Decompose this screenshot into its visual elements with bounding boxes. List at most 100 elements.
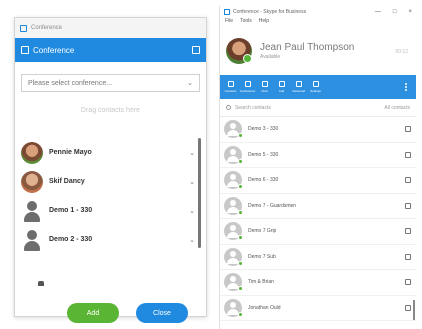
toolbar-label: Settings: [310, 89, 321, 93]
chevron-down-icon[interactable]: ⌄: [189, 236, 195, 244]
search-placeholder: Search contacts: [235, 104, 271, 111]
share-icon[interactable]: [192, 46, 200, 54]
conference-header: Conference: [15, 38, 206, 62]
contact-name: Demo 7 Grip: [248, 228, 277, 235]
calendar-icon[interactable]: [405, 177, 411, 184]
add-button[interactable]: Add: [67, 303, 119, 323]
list-item[interactable]: Demo 3 - 330: [220, 117, 416, 143]
calendar-icon[interactable]: [405, 253, 411, 260]
toolbar-label: Contacts: [224, 89, 237, 93]
list-item[interactable]: Demo 7 - Guardsmen: [220, 194, 416, 219]
desktop: Conference Conference Please select conf…: [0, 0, 422, 329]
search-bar[interactable]: Search contacts All contacts: [220, 99, 416, 117]
presence-icon: [238, 235, 243, 241]
participant-row[interactable]: Demo 2 - 330 ⌄: [21, 225, 201, 254]
presence-icon: [238, 260, 243, 266]
person-icon: [21, 229, 43, 251]
person-icon: [224, 298, 243, 317]
person-icon: [224, 222, 243, 241]
search-icon: [226, 105, 231, 110]
drop-zone-hint: Drag contacts here: [80, 107, 141, 114]
gear-icon: [312, 81, 319, 87]
menu-file[interactable]: File: [225, 18, 233, 27]
minimize-button[interactable]: —: [375, 9, 381, 15]
person-icon: [38, 281, 44, 286]
avatar[interactable]: [226, 38, 252, 64]
person-icon: [21, 200, 43, 222]
participant-row[interactable]: Demo 1 - 330 ⌄: [21, 196, 201, 225]
contact-name: Tim & Brian: [248, 279, 274, 286]
presence-icon: [238, 286, 243, 292]
more-menu-icon[interactable]: [405, 83, 408, 91]
person-icon: [224, 120, 243, 139]
participant-row[interactable]: Skif Dancy ⌄: [21, 167, 201, 196]
main-window-title: Conference - Skype for Business: [233, 9, 307, 15]
menu-help[interactable]: Help: [259, 18, 269, 27]
list-item[interactable]: Tim & Brian: [220, 270, 416, 296]
menu-tools[interactable]: Tools: [240, 18, 252, 27]
profile-status[interactable]: Available: [260, 54, 354, 60]
close-window-button[interactable]: ×: [408, 9, 412, 15]
calendar-icon[interactable]: [405, 126, 411, 133]
scrollbar[interactable]: [413, 300, 415, 320]
contact-name: Demo 6 - 330: [248, 177, 279, 184]
list-item[interactable]: Demo 5 - 330: [220, 143, 416, 168]
presence-icon: [238, 209, 243, 215]
person-icon: [224, 145, 243, 164]
conference-window: Conference Conference Please select conf…: [14, 17, 207, 323]
maximize-button[interactable]: □: [393, 9, 397, 15]
calendar-icon[interactable]: [405, 151, 411, 158]
list-item[interactable]: Demo 7 Sub: [220, 245, 416, 270]
contact-filter[interactable]: All contacts: [384, 105, 410, 111]
person-icon: [224, 171, 243, 190]
calendar-icon[interactable]: [405, 228, 411, 235]
contact-name: Jonathan Ould: [248, 304, 281, 311]
toolbar-contacts[interactable]: Contacts: [222, 77, 239, 97]
toolbar-label: Voicemail: [292, 89, 305, 93]
main-window: Conference - Skype for Business — □ × Fi…: [219, 6, 416, 329]
presence-icon: [238, 158, 243, 164]
scrollbar[interactable]: [198, 138, 201, 248]
profile-name: Jean Paul Thompson: [260, 42, 355, 53]
conference-titlebar: Conference: [15, 18, 206, 38]
conference-select[interactable]: Please select conference... ⌄: [21, 74, 200, 92]
menu-bar: File Tools Help: [220, 18, 416, 27]
toolbar-label: Chat: [261, 89, 268, 93]
calendar-icon[interactable]: [405, 202, 411, 209]
presence-icon: [238, 311, 243, 317]
profile-extra: 00:12: [395, 49, 408, 55]
person-icon: [224, 273, 243, 292]
list-item[interactable]: Jonathan Ould: [220, 296, 416, 321]
main-titlebar: Conference - Skype for Business — □ ×: [220, 6, 416, 18]
close-button[interactable]: Close: [136, 303, 188, 323]
participant-name: Skif Dancy: [49, 178, 85, 185]
toolbar-chat[interactable]: Chat: [256, 77, 273, 97]
contact-name: Demo 5 - 330: [248, 151, 279, 158]
chevron-down-icon[interactable]: ⌄: [189, 207, 195, 215]
participant-list: Pennie Mayo ⌄ Skif Dancy ⌄ Demo 1 - 330 …: [21, 138, 201, 254]
presence-icon: [238, 184, 243, 190]
toolbar-conference[interactable]: Conference: [239, 77, 256, 97]
calendar-icon[interactable]: [405, 279, 411, 286]
list-item[interactable]: Demo 6 - 330: [220, 168, 416, 194]
phone-icon: [278, 81, 285, 87]
list-item[interactable]: Demo 7 Grip: [220, 219, 416, 245]
calendar-icon[interactable]: [405, 304, 411, 311]
app-icon: [224, 9, 230, 15]
person-icon: [224, 196, 243, 215]
participant-name: Demo 2 - 330: [49, 236, 93, 243]
avatar: [21, 141, 43, 164]
chevron-down-icon: ⌄: [187, 80, 193, 87]
chevron-down-icon[interactable]: ⌄: [189, 149, 195, 157]
participant-name: Pennie Mayo: [49, 149, 92, 156]
avatar: [21, 170, 43, 193]
chevron-down-icon[interactable]: ⌄: [189, 178, 195, 186]
toolbar-call[interactable]: Call: [273, 77, 290, 97]
toolbar-label: Conference: [239, 89, 256, 93]
toolbar-voicemail[interactable]: Voicemail: [290, 77, 307, 97]
app-icon: [20, 24, 27, 32]
participant-row[interactable]: Pennie Mayo ⌄: [21, 138, 201, 167]
toolbar-settings[interactable]: Settings: [307, 77, 324, 97]
voicemail-icon: [295, 81, 302, 87]
chat-icon: [261, 81, 268, 87]
